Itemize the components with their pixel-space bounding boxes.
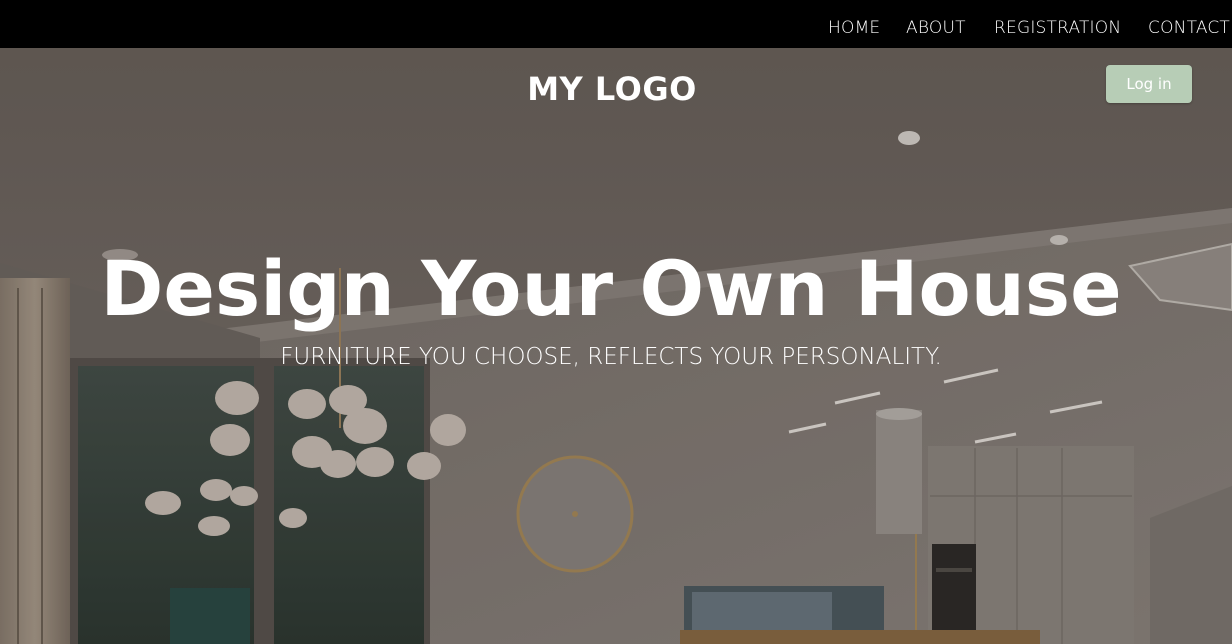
nav-link-home[interactable]: HOME <box>828 18 880 38</box>
nav-link-contact[interactable]: CONTACT <box>1148 18 1230 38</box>
hero-subtitle: FURNITURE YOU CHOOSE, REFLECTS YOUR PERS… <box>280 344 942 370</box>
login-button[interactable]: Log in <box>1106 65 1192 103</box>
hero-section: MY LOGO Log in Design Your Own House FUR… <box>0 48 1232 644</box>
nav-link-registration[interactable]: REGISTRATION <box>994 18 1121 38</box>
top-navbar: HOME ABOUT REGISTRATION CONTACT <box>0 0 1232 48</box>
nav-link-about[interactable]: ABOUT <box>906 18 966 38</box>
site-logo[interactable]: MY LOGO <box>0 70 1224 108</box>
hero-title: Design Your Own House <box>100 244 1122 333</box>
